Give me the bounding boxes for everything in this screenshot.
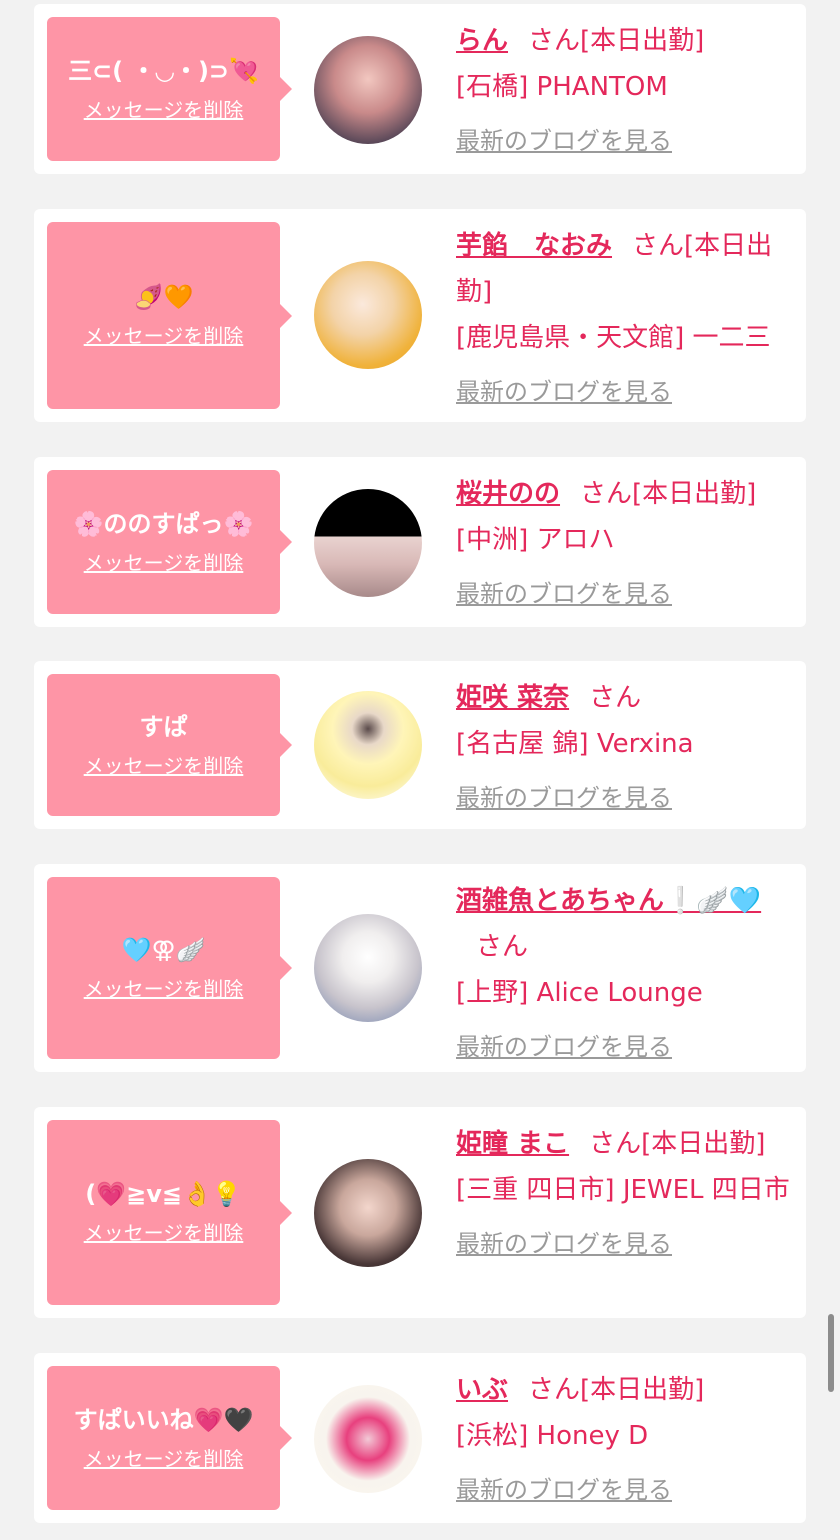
message-bubble: 🌸ののすぱっ🌸 メッセージを削除	[47, 470, 292, 614]
message-bubble: 🩵⚢🪽 メッセージを削除	[47, 877, 292, 1059]
avatar[interactable]	[314, 691, 422, 799]
message-text: 🌸ののすぱっ🌸	[73, 509, 254, 538]
cast-name-link[interactable]: 姫瞳 まこ	[456, 1129, 569, 1159]
blog-link[interactable]: 最新のブログを見る	[456, 775, 672, 821]
blog-link[interactable]: 最新のブログを見る	[456, 369, 672, 415]
message-bubble: すぱいいね💗🖤 メッセージを削除	[47, 1366, 292, 1510]
shop-name: [上野] Alice Lounge	[456, 978, 703, 1008]
shop-name: [名古屋 錦] Verxina	[456, 729, 694, 759]
message-bubble: 🍠🧡 メッセージを削除	[47, 222, 292, 409]
status-text: [本日出勤]	[641, 1129, 766, 1159]
shop-name: [浜松] Honey D	[456, 1421, 649, 1451]
cast-name-link[interactable]: らん	[456, 26, 508, 56]
favorite-card: (💗≧v≦👌💡 メッセージを削除 姫瞳 まこ さん[本日出勤] [三重 四日市] …	[34, 1107, 806, 1318]
shop-name: [鹿児島県・天文館] 一二三	[456, 323, 771, 353]
favorite-card: すぱいいね💗🖤 メッセージを削除 いぶ さん[本日出勤] [浜松] Honey D…	[34, 1353, 806, 1523]
blog-link[interactable]: 最新のブログを見る	[456, 1467, 672, 1513]
shop-name: [中洲] アロハ	[456, 525, 615, 555]
favorite-card: 🍠🧡 メッセージを削除 芋餡 なおみ さん[本日出勤] [鹿児島県・天文館] 一二…	[34, 209, 806, 422]
shop-name: [石橋] PHANTOM	[456, 72, 668, 102]
scrollbar[interactable]	[828, 1314, 834, 1392]
delete-message-link[interactable]: メッセージを削除	[84, 320, 244, 349]
message-text: (💗≧v≦👌💡	[85, 1180, 242, 1208]
cast-info: 桜井のの さん[本日出勤] [中洲] アロハ 最新のブログを見る	[456, 471, 796, 617]
blog-link[interactable]: 最新のブログを見る	[456, 571, 672, 617]
favorite-card: すぱ メッセージを削除 姫咲 菜奈 さん [名古屋 錦] Verxina 最新のブ…	[34, 661, 806, 829]
cast-info: いぶ さん[本日出勤] [浜松] Honey D 最新のブログを見る	[456, 1367, 796, 1513]
avatar[interactable]	[314, 261, 422, 369]
message-text: すぱいいね💗🖤	[73, 1405, 254, 1434]
cast-name-link[interactable]: いぶ	[456, 1375, 508, 1405]
avatar[interactable]	[314, 489, 422, 597]
honorific: さん	[589, 1129, 642, 1159]
honorific: さん	[580, 479, 633, 509]
cast-info: 芋餡 なおみ さん[本日出勤] [鹿児島県・天文館] 一二三 最新のブログを見る	[456, 223, 796, 415]
honorific: さん	[528, 1375, 581, 1405]
favorite-card: 三⊂( ・◡・)⊃💘 メッセージを削除 らん さん[本日出勤] [石橋] PHAN…	[34, 4, 806, 174]
cast-info: らん さん[本日出勤] [石橋] PHANTOM 最新のブログを見る	[456, 18, 796, 164]
message-bubble: すぱ メッセージを削除	[47, 674, 292, 816]
cast-name-link[interactable]: 芋餡 なおみ	[456, 231, 612, 261]
cast-info: 姫瞳 まこ さん[本日出勤] [三重 四日市] JEWEL 四日市 最新のブログを…	[456, 1121, 796, 1267]
shop-name: [三重 四日市] JEWEL 四日市	[456, 1175, 790, 1205]
cast-info: 酒雑魚とあちゃん❕🪽🩵 さん [上野] Alice Lounge 最新のブログを見…	[456, 878, 796, 1070]
honorific: さん	[632, 231, 685, 261]
cast-name-link[interactable]: 桜井のの	[456, 479, 560, 509]
favorite-card: 🌸ののすぱっ🌸 メッセージを削除 桜井のの さん[本日出勤] [中洲] アロハ 最…	[34, 457, 806, 627]
message-text: すぱ	[139, 712, 188, 741]
message-text: 🩵⚢🪽	[121, 935, 206, 964]
message-bubble: 三⊂( ・◡・)⊃💘 メッセージを削除	[47, 17, 292, 161]
delete-message-link[interactable]: メッセージを削除	[84, 547, 244, 576]
avatar[interactable]	[314, 914, 422, 1022]
delete-message-link[interactable]: メッセージを削除	[84, 1217, 244, 1246]
honorific: さん	[589, 683, 642, 713]
cast-info: 姫咲 菜奈 さん [名古屋 錦] Verxina 最新のブログを見る	[456, 675, 796, 821]
delete-message-link[interactable]: メッセージを削除	[84, 973, 244, 1002]
avatar[interactable]	[314, 1385, 422, 1493]
honorific: さん	[476, 932, 529, 962]
avatar[interactable]	[314, 36, 422, 144]
status-text: [本日出勤]	[580, 26, 705, 56]
avatar[interactable]	[314, 1159, 422, 1267]
blog-link[interactable]: 最新のブログを見る	[456, 118, 672, 164]
delete-message-link[interactable]: メッセージを削除	[84, 1443, 244, 1472]
delete-message-link[interactable]: メッセージを削除	[84, 94, 244, 123]
blog-link[interactable]: 最新のブログを見る	[456, 1024, 672, 1070]
status-text: [本日出勤]	[632, 479, 757, 509]
favorite-card: 🩵⚢🪽 メッセージを削除 酒雑魚とあちゃん❕🪽🩵 さん [上野] Alice Lo…	[34, 864, 806, 1072]
message-bubble: (💗≧v≦👌💡 メッセージを削除	[47, 1120, 292, 1305]
status-text: [本日出勤]	[580, 1375, 705, 1405]
blog-link[interactable]: 最新のブログを見る	[456, 1221, 672, 1267]
cast-name-link[interactable]: 酒雑魚とあちゃん❕🪽🩵	[456, 886, 761, 916]
delete-message-link[interactable]: メッセージを削除	[84, 750, 244, 779]
message-text: 🍠🧡	[133, 283, 194, 311]
honorific: さん	[528, 26, 581, 56]
cast-name-link[interactable]: 姫咲 菜奈	[456, 683, 569, 713]
message-text: 三⊂( ・◡・)⊃💘	[68, 56, 259, 85]
